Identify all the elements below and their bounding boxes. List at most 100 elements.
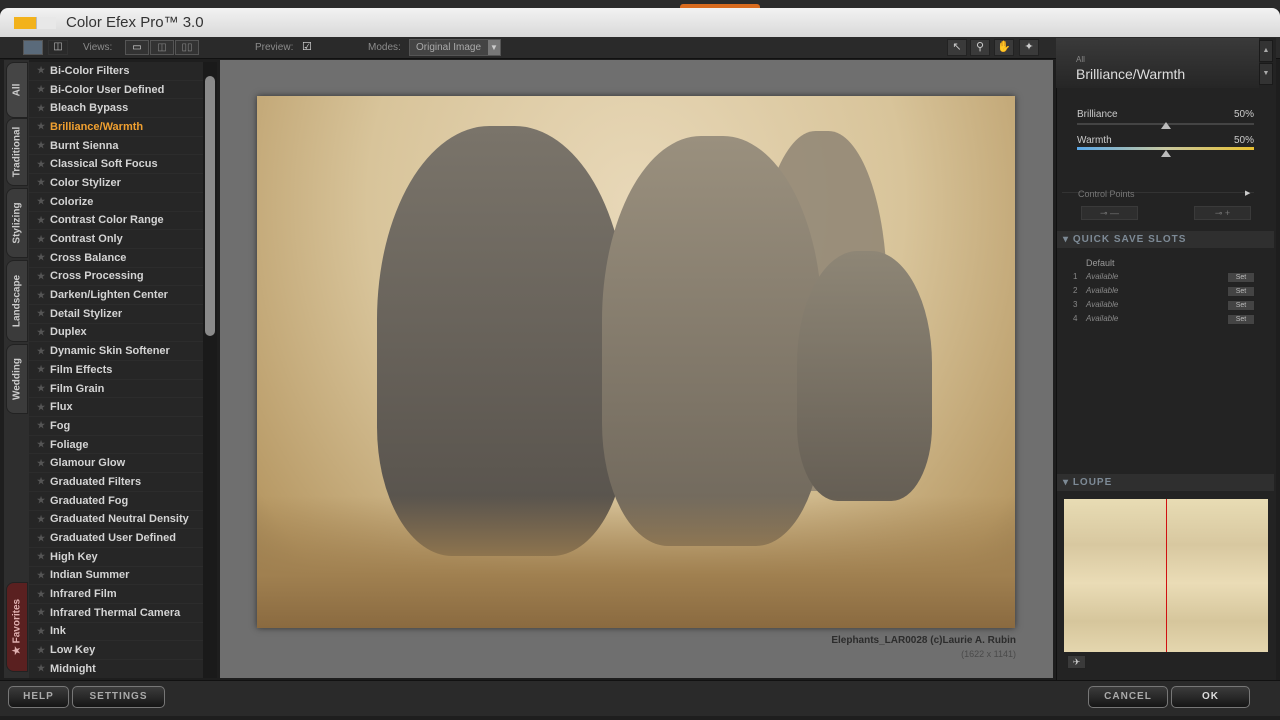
view-single-button[interactable]: ▭ [125,40,149,55]
filter-item[interactable]: ★ Graduated Fog [29,492,203,511]
star-icon[interactable]: ★ [37,364,50,375]
star-icon[interactable]: ★ [37,234,50,245]
brilliance-slider-thumb[interactable] [1160,122,1171,129]
star-icon[interactable]: ★ [37,589,50,600]
control-point-tool-icon[interactable]: ✦ [1019,39,1039,56]
star-icon[interactable]: ★ [37,533,50,544]
filter-item[interactable]: ★ Bi-Color Filters [29,62,203,81]
star-icon[interactable]: ★ [37,159,50,170]
quick-save-slot[interactable]: 1 Available Set [1073,272,1255,285]
filter-item[interactable]: ★ Foliage [29,436,203,455]
tab-traditional[interactable]: Traditional [6,118,28,186]
quick-save-default[interactable]: Default [1086,258,1115,268]
view-split-button[interactable]: ◫ [150,40,174,55]
filter-item[interactable]: ★ Bleach Bypass [29,99,203,119]
split-layout-button[interactable]: ◫ [48,40,68,55]
filter-item[interactable]: ★ Classical Soft Focus [29,155,203,175]
star-icon[interactable]: ★ [37,663,50,674]
star-icon[interactable]: ★ [37,84,50,95]
star-icon[interactable]: ★ [37,103,50,114]
settings-button[interactable]: SETTINGS [72,686,165,708]
filter-item[interactable]: ★ Low Key [29,641,203,660]
quick-save-header[interactable]: ▾ QUICK SAVE SLOTS [1057,231,1274,248]
star-icon[interactable]: ★ [37,177,50,188]
star-icon[interactable]: ★ [37,308,50,319]
cancel-button[interactable]: CANCEL [1088,686,1168,708]
tab-landscape[interactable]: Landscape [6,260,28,342]
filter-item[interactable]: ★ Infrared Thermal Camera [29,604,203,623]
filter-item[interactable]: ★ Contrast Color Range [29,212,203,231]
quick-save-slot[interactable]: 2 Available Set [1073,286,1255,299]
filter-item[interactable]: ★ Detail Stylizer [29,305,203,324]
star-icon[interactable]: ★ [37,383,50,394]
filter-item[interactable]: ★ Ink [29,623,203,642]
set-slot-button[interactable]: Set [1227,286,1255,297]
star-icon[interactable]: ★ [37,570,50,581]
tab-wedding[interactable]: Wedding [6,344,28,414]
star-icon[interactable]: ★ [37,495,50,506]
loupe-header[interactable]: ▾ LOUPE [1057,474,1274,491]
zoom-tool-icon[interactable]: ⚲ [970,39,990,56]
filter-item[interactable]: ★ Color Stylizer [29,174,203,193]
star-icon[interactable]: ★ [37,196,50,207]
star-icon[interactable]: ★ [37,327,50,338]
set-slot-button[interactable]: Set [1227,272,1255,283]
filter-item[interactable]: ★ Graduated User Defined [29,529,203,548]
filter-item[interactable]: ★ Graduated Filters [29,473,203,492]
warmth-slider-thumb[interactable] [1160,150,1171,157]
filter-item[interactable]: ★ Indian Summer [29,567,203,586]
filter-item[interactable]: ★ Brilliance/Warmth [29,118,203,137]
filter-item[interactable]: ★ Graduated Neutral Density [29,511,203,530]
filter-item[interactable]: ★ Midnight [29,660,203,678]
pin-icon[interactable]: ✈ [1067,655,1086,669]
filter-item[interactable]: ★ Film Effects [29,361,203,380]
star-icon[interactable]: ★ [37,271,50,282]
scrollbar-thumb[interactable] [205,76,215,336]
star-icon[interactable]: ★ [37,121,50,132]
tab-stylizing[interactable]: Stylizing [6,188,28,258]
set-slot-button[interactable]: Set [1227,314,1255,325]
filter-item[interactable]: ★ Fog [29,417,203,436]
expand-arrow-icon[interactable]: ▶ [1245,189,1250,197]
filter-item[interactable]: ★ Burnt Sienna [29,137,203,156]
quick-save-slot[interactable]: 4 Available Set [1073,314,1255,327]
remove-control-point-button[interactable]: ⊸ — [1081,206,1138,220]
help-button[interactable]: HELP [8,686,69,708]
filter-item[interactable]: ★ Infrared Film [29,585,203,604]
filter-item[interactable]: ★ Cross Processing [29,268,203,287]
star-icon[interactable]: ★ [37,645,50,656]
tab-all[interactable]: All [6,62,28,118]
star-icon[interactable]: ★ [37,215,50,226]
filter-item[interactable]: ★ Flux [29,398,203,418]
hand-tool-icon[interactable]: ✋ [994,39,1014,56]
star-icon[interactable]: ★ [37,626,50,637]
view-side-by-side-button[interactable]: ▯▯ [175,40,199,55]
star-icon[interactable]: ★ [37,346,50,357]
filter-item[interactable]: ★ Glamour Glow [29,454,203,474]
star-icon[interactable]: ★ [37,65,50,76]
arrow-tool-icon[interactable]: ↖ [947,39,967,56]
star-icon[interactable]: ★ [37,476,50,487]
next-filter-button[interactable]: ▼ [1259,63,1273,85]
star-icon[interactable]: ★ [37,439,50,450]
star-icon[interactable]: ★ [37,420,50,431]
star-icon[interactable]: ★ [37,607,50,618]
filter-item[interactable]: ★ High Key [29,548,203,567]
filter-item[interactable]: ★ Contrast Only [29,230,203,249]
filter-item[interactable]: ★ Bi-Color User Defined [29,81,203,100]
ok-button[interactable]: OK [1171,686,1250,708]
filter-item[interactable]: ★ Film Grain [29,380,203,399]
elephant-photo[interactable] [257,96,1015,628]
filter-item[interactable]: ★ Colorize [29,193,203,212]
filter-item[interactable]: ★ Duplex [29,324,203,343]
filter-item[interactable]: ★ Dynamic Skin Softener [29,342,203,361]
star-icon[interactable]: ★ [37,551,50,562]
star-icon[interactable]: ★ [37,140,50,151]
previous-filter-button[interactable]: ▲ [1259,40,1273,62]
star-icon[interactable]: ★ [37,252,50,263]
modes-select[interactable]: Original Image ▼ [409,39,501,56]
filter-item[interactable]: ★ Cross Balance [29,249,203,268]
star-icon[interactable]: ★ [37,514,50,525]
tab-favorites[interactable]: ★ Favorites [6,582,28,672]
star-icon[interactable]: ★ [37,402,50,413]
